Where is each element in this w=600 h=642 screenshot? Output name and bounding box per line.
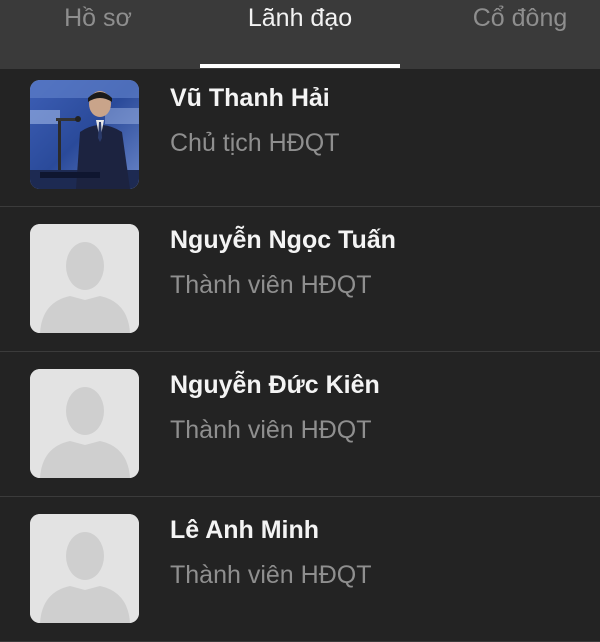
person-placeholder-icon (30, 369, 139, 478)
leader-role: Thành viên HĐQT (170, 416, 372, 444)
leader-role: Thành viên HĐQT (170, 271, 372, 299)
leader-name: Nguyễn Đức Kiên (170, 371, 380, 399)
leaders-list: Vũ Thanh Hải Chủ tịch HĐQT Nguyễn Ngọc T… (0, 69, 600, 642)
tab-bar: Hồ sơ Lãnh đạo Cổ đông (0, 0, 600, 69)
tab-shareholders[interactable]: Cổ đông (420, 0, 600, 69)
leader-row[interactable]: Nguyễn Đức Kiên Thành viên HĐQT (0, 352, 600, 497)
leader-name: Vũ Thanh Hải (170, 84, 330, 112)
leader-row[interactable]: Lê Anh Minh Thành viên HĐQT (0, 497, 600, 642)
tab-profile[interactable]: Hồ sơ (0, 0, 196, 69)
person-placeholder-icon (30, 514, 139, 623)
person-placeholder-icon (30, 224, 139, 333)
leader-photo (30, 80, 139, 189)
leader-name: Nguyễn Ngọc Tuấn (170, 226, 396, 254)
leader-role: Chủ tịch HĐQT (170, 129, 340, 157)
tab-leadership[interactable]: Lãnh đạo (200, 0, 400, 69)
leader-row[interactable]: Vũ Thanh Hải Chủ tịch HĐQT (0, 69, 600, 207)
leader-row[interactable]: Nguyễn Ngọc Tuấn Thành viên HĐQT (0, 207, 600, 352)
leader-name: Lê Anh Minh (170, 516, 320, 544)
active-tab-indicator (200, 64, 400, 68)
leader-role: Thành viên HĐQT (170, 561, 372, 589)
